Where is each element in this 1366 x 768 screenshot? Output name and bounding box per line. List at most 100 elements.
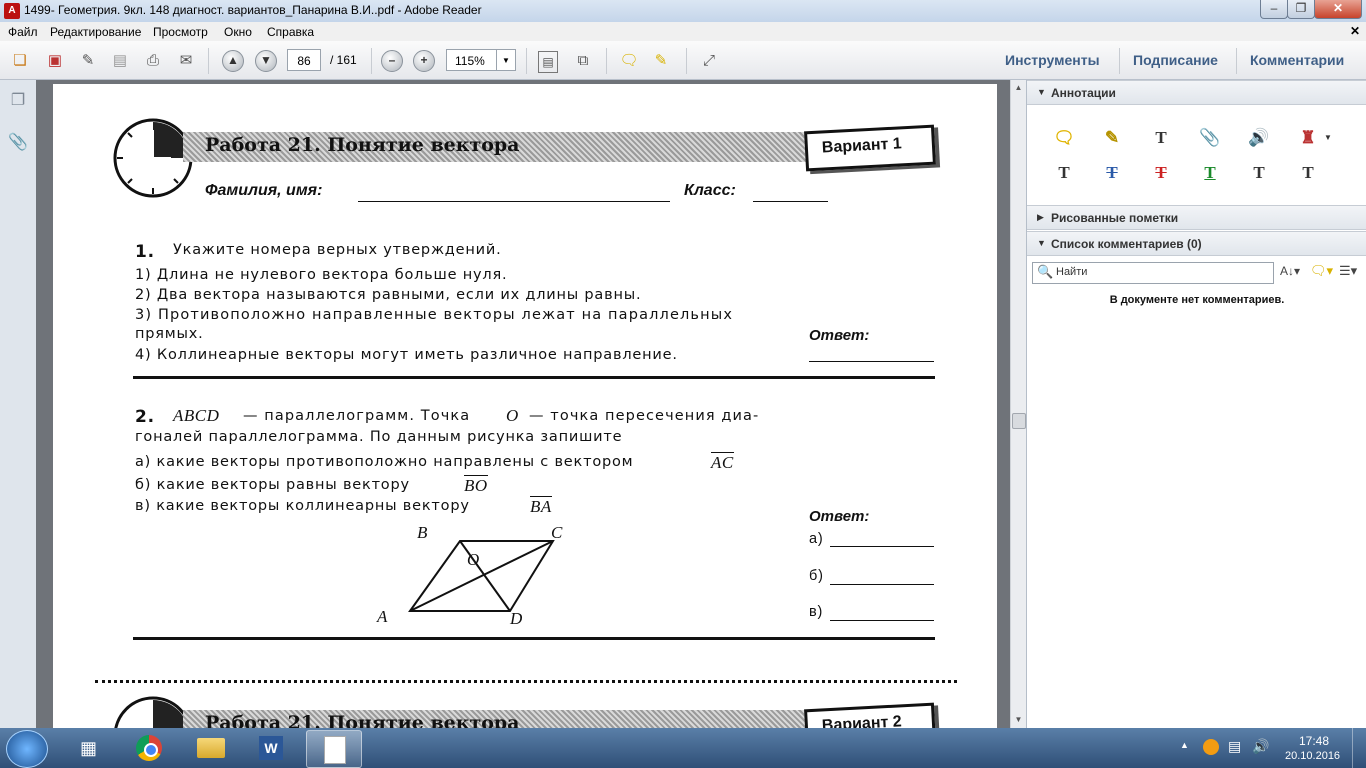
attach-file-icon[interactable]: 📎 <box>1199 127 1221 149</box>
sticky-note-icon[interactable]: 🗨 <box>1053 127 1075 149</box>
task2-answer-b-line <box>830 584 934 585</box>
work-title: Работа 21. Понятие вектора <box>205 134 520 156</box>
filter-comments-icon[interactable]: 🗨▾ <box>1310 263 1333 279</box>
point-o-label: O <box>467 550 480 569</box>
app-tray-icon[interactable] <box>1203 739 1219 755</box>
sort-icon[interactable]: A↓▾ <box>1280 264 1300 278</box>
chrome-icon[interactable] <box>122 730 176 766</box>
collapse-icon: ▼ <box>1037 238 1046 248</box>
next-page-button[interactable]: ▼ <box>255 50 277 72</box>
task2-answer-b: б) <box>809 568 824 584</box>
pages-icon[interactable]: ❐ <box>8 90 28 112</box>
point-b-label: B <box>417 523 428 542</box>
scroll-down-icon[interactable]: ▼ <box>1011 712 1026 727</box>
scroll-thumb[interactable] <box>1012 413 1026 429</box>
close-doc-icon[interactable]: ✕ <box>1350 24 1360 38</box>
apps-launcher-icon[interactable]: ▦ <box>62 730 116 766</box>
divider-2 <box>133 637 935 640</box>
annotations-header[interactable]: ▼ Аннотации <box>1027 80 1366 105</box>
explorer-icon[interactable] <box>184 730 238 766</box>
zoom-select[interactable]: 115% ▼ <box>446 49 516 71</box>
highlight-icon[interactable]: ✎ <box>650 50 672 72</box>
replace-text-icon[interactable]: T <box>1101 162 1123 184</box>
print-icon[interactable]: ⎙ <box>142 50 164 72</box>
drawing-markups-title: Рисованные пометки <box>1051 211 1179 225</box>
fit-width-icon[interactable]: ⧉ <box>572 50 594 72</box>
email-icon[interactable]: ✉ <box>175 50 197 72</box>
task1-item-2: 2) Два вектора называются равными, если … <box>135 287 642 303</box>
drawing-markups-header[interactable]: ▶ Рисованные пометки <box>1027 205 1366 230</box>
clock-date[interactable]: 20.10.2016 <box>1285 750 1340 762</box>
vertical-scrollbar[interactable]: ▲ ▼ <box>1010 80 1026 728</box>
fit-page-icon[interactable]: ▤ <box>538 51 558 73</box>
comments-link[interactable]: Комментарии <box>1250 52 1344 68</box>
zoom-out-button[interactable]: – <box>381 50 403 72</box>
scroll-up-icon[interactable]: ▲ <box>1011 80 1026 95</box>
word-icon[interactable]: W <box>244 730 298 766</box>
menu-bar: Файл Редактирование Просмотр Окно Справк… <box>0 22 1366 41</box>
insert-text-icon[interactable]: T <box>1053 162 1075 184</box>
minimize-button[interactable]: – <box>1260 0 1288 19</box>
stamp-icon[interactable]: ♜ <box>1297 127 1319 149</box>
text-comment-icon[interactable]: T <box>1248 162 1270 184</box>
restore-button[interactable]: ❐ <box>1287 0 1315 19</box>
document-view[interactable]: Работа 21. Понятие вектора Вариант 1 Фам… <box>36 80 1010 728</box>
volume-icon[interactable]: 🔊 <box>1252 738 1269 755</box>
chevron-down-icon[interactable]: ▼ <box>1317 127 1339 149</box>
show-hidden-icons[interactable]: ▲ <box>1180 740 1189 750</box>
menu-help[interactable]: Справка <box>267 25 314 39</box>
task2-c-text: в) какие векторы коллинеарны вектору <box>135 498 470 514</box>
task2-line2: гоналей параллелограмма. По данным рисун… <box>135 429 623 445</box>
edit-icon[interactable]: ✎ <box>77 50 99 72</box>
task2-answer-label: Ответ: <box>809 508 870 525</box>
menu-file[interactable]: Файл <box>8 25 38 39</box>
comments-search-field[interactable]: 🔍 Найти <box>1032 262 1274 284</box>
navigation-pane: ❐ 📎 <box>0 80 37 728</box>
network-icon[interactable]: ▤ <box>1228 738 1241 755</box>
options-icon[interactable]: ☰▾ <box>1339 263 1357 279</box>
task1-item-1: 1) Длина не нулевого вектора больше нуля… <box>135 267 508 283</box>
save-icon[interactable]: ▤ <box>109 50 131 72</box>
variant-badge-2: Вариант 2 <box>804 702 936 728</box>
strikethrough-icon[interactable]: T <box>1150 162 1172 184</box>
task2-b-text: б) какие векторы равны вектору <box>135 477 410 493</box>
task1-prompt: Укажите номера верных утверждений. <box>173 242 502 258</box>
cut-line <box>95 680 957 683</box>
task1-answer-label: Ответ: <box>809 327 870 344</box>
show-desktop-button[interactable] <box>1352 728 1366 768</box>
task1-item-3: 3) Противоположно направленные векторы л… <box>135 307 734 323</box>
convert-pdf-icon[interactable]: ▣ <box>44 50 66 72</box>
attachments-icon[interactable]: 📎 <box>8 132 28 154</box>
name-label: Фамилия, имя: <box>205 182 323 199</box>
page-total: / 161 <box>330 53 357 67</box>
comments-list-title: Список комментариев (0) <box>1051 237 1202 251</box>
record-audio-icon[interactable]: 🔊 <box>1248 127 1270 149</box>
comment-icon[interactable]: 🗨 <box>618 50 640 72</box>
menu-window[interactable]: Окно <box>224 25 252 39</box>
underline-icon[interactable]: T <box>1199 162 1221 184</box>
prev-page-button[interactable]: ▲ <box>222 50 244 72</box>
sign-link[interactable]: Подписание <box>1133 52 1218 68</box>
comments-list-header[interactable]: ▼ Список комментариев (0) <box>1027 231 1366 256</box>
zoom-in-button[interactable]: + <box>413 50 435 72</box>
pdf-icon: A <box>4 3 20 19</box>
chevron-down-icon: ▼ <box>496 50 515 70</box>
menu-edit[interactable]: Редактирование <box>50 25 141 39</box>
page-number-input[interactable]: 86 <box>287 49 321 71</box>
class-line <box>753 201 828 202</box>
clock-time[interactable]: 17:48 <box>1299 734 1329 748</box>
highlight-text-icon[interactable]: ✎ <box>1101 127 1123 149</box>
tools-link[interactable]: Инструменты <box>1005 52 1100 68</box>
add-text-icon[interactable]: T <box>1150 127 1172 149</box>
text-note-icon[interactable]: T <box>1297 162 1319 184</box>
adobe-reader-taskbar-icon[interactable] <box>306 730 362 768</box>
fullscreen-icon[interactable]: ⤢ <box>698 50 720 72</box>
task2-a-text: а) какие векторы противоположно направле… <box>135 454 634 470</box>
start-button[interactable] <box>6 730 48 768</box>
create-icon[interactable]: ❏ <box>9 50 31 72</box>
task2-answer-a-line <box>830 546 934 547</box>
close-button[interactable]: ✕ <box>1314 0 1362 19</box>
no-comments-message: В документе нет комментариев. <box>1109 294 1285 306</box>
menu-view[interactable]: Просмотр <box>153 25 208 39</box>
pdf-page: Работа 21. Понятие вектора Вариант 1 Фам… <box>53 84 997 728</box>
